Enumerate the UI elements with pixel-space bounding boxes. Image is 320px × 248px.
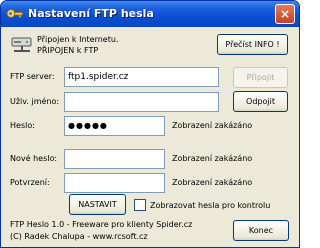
dialog-client-area: Připojen k Internetu. PŘIPOJEN k FTP Pře…: [4, 27, 296, 246]
password-field[interactable]: ●●●●●: [64, 116, 165, 136]
close-button[interactable]: Konec: [233, 220, 289, 241]
confirm-password-field[interactable]: [64, 173, 165, 193]
ftp-server-field[interactable]: ftp1.spider.cz: [64, 67, 219, 87]
footer-product-text: FTP Heslo 1.0 - Freeware pro klienty Spi…: [10, 220, 193, 229]
confirm-password-label: Potvrzení:: [10, 178, 50, 187]
title-bar[interactable]: Nastavení FTP hesla ×: [1, 1, 299, 27]
show-passwords-label: Zobrazovat hesla pro kontrolu: [150, 201, 271, 210]
new-password-label: Nové heslo:: [10, 154, 58, 163]
connect-button[interactable]: Připojit: [233, 67, 288, 88]
show-passwords-checkbox[interactable]: [134, 199, 146, 211]
close-icon[interactable]: ×: [275, 4, 295, 24]
confirm-password-note: Zobrazení zakázáno: [172, 178, 253, 187]
disconnect-button[interactable]: Odpojit: [233, 91, 288, 112]
network-drive-icon: [11, 36, 33, 54]
password-label: Heslo:: [10, 121, 35, 130]
dialog-window: Nastavení FTP hesla × Připojen k Interne…: [0, 0, 300, 248]
ftp-server-label: FTP server:: [10, 72, 55, 81]
window-title: Nastavení FTP hesla: [28, 7, 154, 20]
password-note: Zobrazení zakázáno: [172, 121, 253, 130]
footer-copyright-text: (C) Radek Chalupa - www.rcsoft.cz: [10, 232, 148, 241]
key-icon: [6, 6, 23, 21]
new-password-field[interactable]: [64, 149, 165, 169]
read-info-button[interactable]: Přečíst INFO !: [217, 34, 288, 55]
new-password-note: Zobrazení zakázáno: [172, 154, 253, 163]
set-button[interactable]: NASTAVIT: [69, 194, 126, 215]
username-field[interactable]: [64, 92, 219, 112]
ftp-status: PŘIPOJEN k FTP: [37, 46, 99, 55]
username-label: Uživ. jméno:: [10, 97, 60, 106]
internet-status: Připojen k Internetu.: [37, 35, 119, 44]
